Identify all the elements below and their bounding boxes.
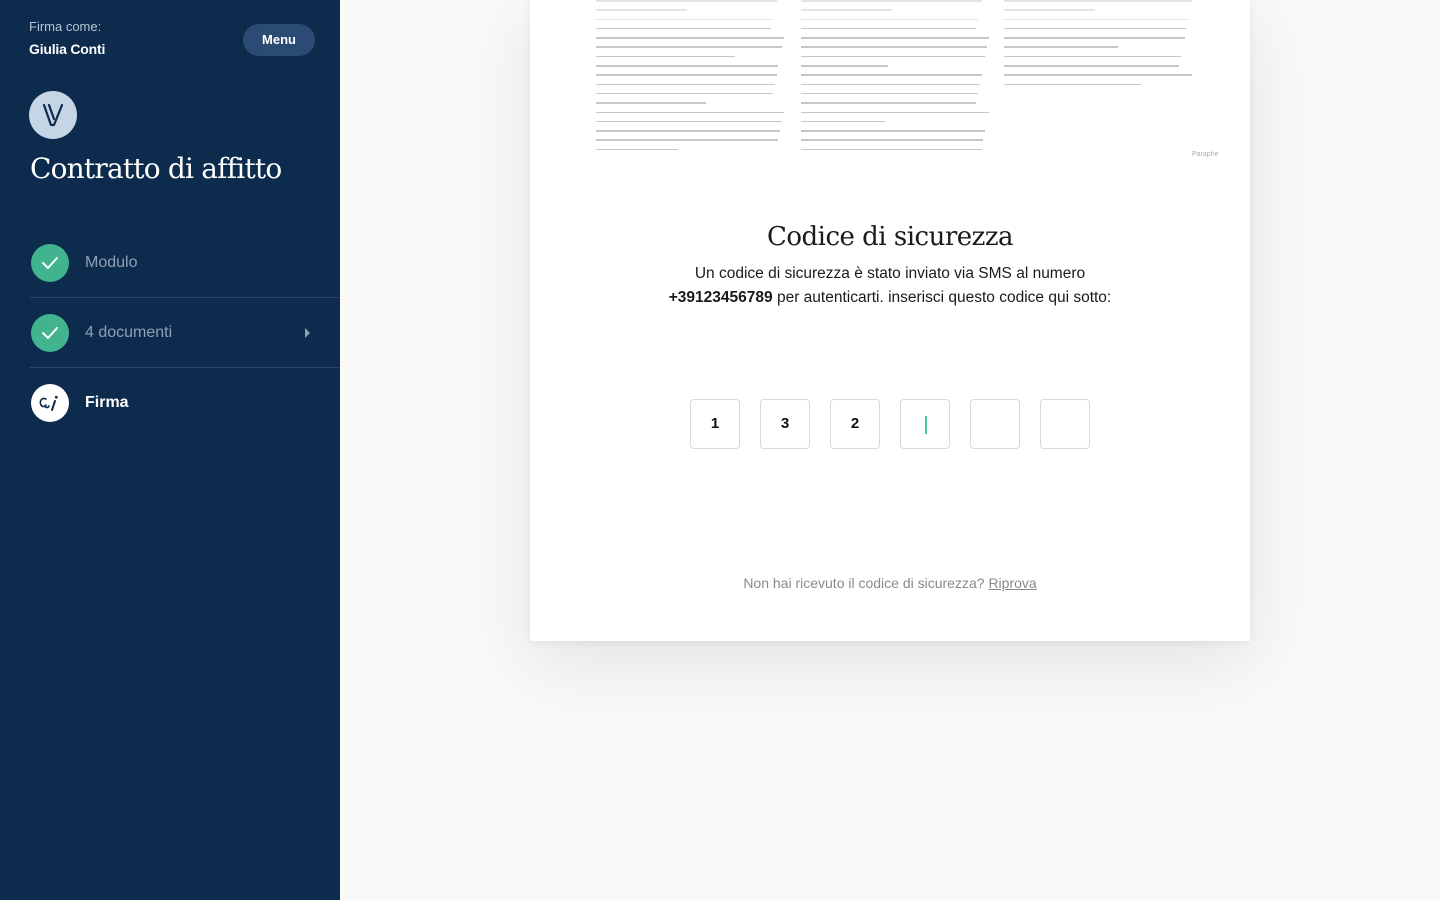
document-text-line: [801, 27, 976, 30]
document-text-line: [596, 102, 707, 104]
document-text-line: [801, 130, 986, 132]
document-text-line: [1004, 74, 1193, 76]
document-text-line: [596, 0, 777, 2]
document-text-line: [596, 55, 735, 58]
document-text-line: [801, 9, 893, 11]
document-text-line: [596, 65, 779, 67]
document-text-line: [801, 46, 988, 48]
chevron-right-icon: [305, 328, 310, 338]
document-text-line: [596, 148, 678, 151]
main-area: Paraphe Codice di sicurezza Un codice di…: [340, 0, 1440, 900]
document-text-line: [801, 18, 978, 21]
document-text-line: [801, 0, 982, 2]
security-code-description: Un codice di sicurezza è stato inviato v…: [530, 262, 1250, 310]
code-input-group: 1 3 2: [690, 399, 1090, 449]
signer-label: Firma come:: [29, 19, 102, 34]
description-line1: Un codice di sicurezza è stato inviato v…: [694, 265, 1086, 282]
security-code-title: Codice di sicurezza: [766, 222, 1014, 252]
steps-nav: Modulo 4 documenti Firma: [30, 228, 340, 438]
document-text-line: [1004, 46, 1118, 48]
document-column: [596, 0, 786, 158]
step-firma[interactable]: Firma: [30, 368, 340, 438]
description-line2: per autenticarti. inserisci questo codic…: [772, 289, 1112, 306]
signer-name: Giulia Conti: [29, 41, 106, 57]
resend-link[interactable]: Riprova: [988, 575, 1036, 591]
document-text-line: [801, 111, 990, 114]
document-text-line: [1004, 37, 1185, 39]
document-text-line: [801, 92, 978, 95]
resend-text: Non hai ricevuto il codice di sicurezza?: [743, 575, 989, 591]
logo-mark-icon: [42, 103, 64, 127]
document-text-line: [1004, 0, 1193, 2]
document-preview: Paraphe: [596, 0, 1218, 165]
step-label: Modulo: [85, 253, 138, 271]
document-text-line: [596, 18, 773, 21]
document-text-line: [1004, 65, 1179, 67]
signature-icon: [31, 384, 69, 422]
document-text-line: [596, 139, 779, 141]
step-documenti[interactable]: 4 documenti: [30, 298, 340, 368]
document-text-line: [801, 139, 984, 141]
document-text-line: [596, 111, 785, 114]
document-text-line: [801, 148, 982, 151]
phone-number: +39123456789: [668, 289, 773, 306]
step-modulo[interactable]: Modulo: [30, 228, 340, 298]
brand-logo-icon: [29, 91, 77, 139]
code-digit-4[interactable]: [900, 399, 950, 449]
document-text-line: [596, 37, 785, 39]
document-text-line: [1004, 83, 1141, 86]
paraphe-label: Paraphe: [1192, 151, 1219, 158]
document-text-line: [596, 83, 775, 86]
document-column: [1004, 0, 1194, 93]
document-text-line: [596, 74, 777, 76]
menu-button[interactable]: Menu: [243, 24, 315, 56]
document-text-line: [596, 130, 781, 132]
document-text-line: [596, 9, 688, 11]
code-digit-2[interactable]: 3: [760, 399, 810, 449]
document-text-line: [1004, 18, 1189, 21]
document-text-line: [801, 65, 889, 67]
check-icon: [31, 313, 69, 352]
document-text-line: [801, 102, 976, 104]
document-text-line: [1004, 9, 1096, 11]
step-label: 4 documenti: [85, 323, 173, 341]
code-digit-5[interactable]: [970, 399, 1020, 449]
document-text-line: [596, 46, 783, 48]
code-digit-3[interactable]: 2: [830, 399, 880, 449]
document-text-line: [596, 92, 773, 95]
document-title: Contratto di affitto: [30, 152, 282, 185]
document-text-line: [801, 55, 986, 58]
code-digit-6[interactable]: [1040, 399, 1090, 449]
code-digit-1[interactable]: 1: [690, 399, 740, 449]
step-label: Firma: [85, 394, 129, 411]
document-text-line: [801, 74, 982, 76]
security-code-card: Paraphe Codice di sicurezza Un codice di…: [530, 0, 1250, 641]
document-text-line: [1004, 27, 1187, 30]
check-icon: [31, 243, 69, 282]
document-text-line: [596, 120, 783, 123]
document-text-line: [801, 120, 885, 123]
text-cursor: [925, 416, 927, 434]
sidebar: Firma come: Giulia Conti Menu Contratto …: [0, 0, 340, 900]
document-text-line: [801, 83, 980, 86]
document-text-line: [1004, 55, 1181, 58]
document-text-line: [596, 27, 771, 30]
resend-prompt: Non hai ricevuto il codice di sicurezza?…: [530, 575, 1250, 591]
document-text-line: [801, 37, 990, 39]
document-column: [801, 0, 991, 158]
